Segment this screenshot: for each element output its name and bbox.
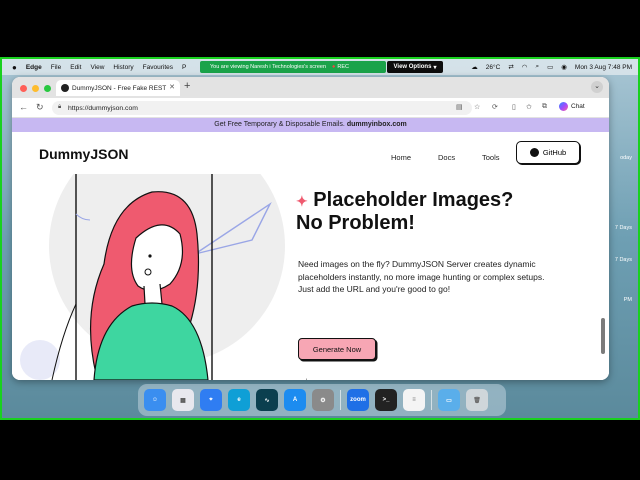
minimize-window-icon[interactable] [32,85,39,92]
user-icon[interactable]: ◉ [561,63,567,71]
site-logo[interactable]: DummyJSON [39,146,128,162]
app-store-icon[interactable]: A [284,389,306,411]
nav-tools[interactable]: Tools [482,153,500,162]
generate-now-button[interactable]: Generate Now [298,338,376,360]
weather-text[interactable]: 26°C [486,64,501,71]
rec-label: REC [337,64,349,70]
trash-icon[interactable]: 🗑︎ [466,389,488,411]
banner-link[interactable]: dummyinbox.com [347,121,407,128]
nav-home[interactable]: Home [391,153,411,162]
back-icon[interactable]: ← [19,102,28,112]
url-text: https://dummyjson.com [68,104,138,112]
page-scrollbar[interactable] [601,318,605,354]
menu-app-name[interactable]: Edge [26,64,42,71]
view-options-button[interactable]: View Options ▾ [387,61,443,73]
edge-icon[interactable]: e [228,389,250,411]
folder-icon[interactable]: ▭ [438,389,460,411]
favicon-icon [61,84,69,92]
close-tab-icon[interactable]: ✕ [169,83,175,91]
tab-bar: DummyJSON - Free Fake REST ✕ + ⌄ [12,77,609,98]
hero-title-line2: No Problem! [296,212,415,234]
status-area: ☁ 26°C ⇄ ◠ ⌕ ▭ ◉ Mon 3 Aug 7:48 PM [471,59,632,75]
wifi-icon[interactable]: ◠ [522,63,528,71]
search-icon[interactable]: ⌕ [535,63,539,71]
side-label-1: oday [620,155,632,161]
neck-shape [143,283,163,305]
menu-view[interactable]: View [90,64,104,71]
side-label-4: PM [623,297,632,303]
lock-icon[interactable]: 🔒︎ [58,104,61,111]
nav-docs[interactable]: Docs [438,153,455,162]
promo-banner[interactable]: Get Free Temporary & Disposable Emails. … [12,118,609,132]
eye-shape [148,254,152,258]
launchpad-icon[interactable]: ▦ [172,389,194,411]
hero-illustration [20,174,285,380]
menu-favourites[interactable]: Favourites [143,64,173,71]
address-toolbar: ← ↻ 🔒︎ https://dummyjson.com ▤ ☆ ⟳ ▯ ✩ ⧉… [12,98,609,118]
extensions-icon[interactable]: ⧉ [542,103,547,111]
share-text: You are viewing Naresh i Technologies's … [210,64,327,70]
screen-share-banner: You are viewing Naresh i Technologies's … [200,61,386,73]
side-label-3: 7 Days [614,257,632,263]
toggle-icon[interactable]: ▭ [547,63,553,71]
view-options-label: View Options [393,64,432,70]
small-circle-shape [20,340,60,380]
favorite-star-icon[interactable]: ☆ [474,103,480,111]
mac-dock: ☺ ▦ ⌖ e ∿ A ⚙ zoom >_ ≡ ▭ 🗑︎ [138,384,506,416]
dock-separator [340,390,341,410]
github-label: GitHub [542,148,567,157]
dock-separator-2 [431,390,432,410]
tab-title: DummyJSON - Free Fake REST [72,84,167,92]
favorites-icon[interactable]: ✩ [526,103,532,111]
scroll-down-arrow-icon[interactable]: ↓ [304,376,309,380]
address-bar[interactable]: 🔒︎ https://dummyjson.com [52,101,472,115]
window-controls [20,85,51,92]
copilot-chat-button[interactable]: Chat [559,102,585,111]
reader-icon[interactable]: ▤ [456,103,463,111]
hero-description: Need images on the fly? DummyJSON Server… [298,259,545,294]
rec-dot-icon: ● [332,64,336,70]
tab-dummyjson[interactable]: DummyJSON - Free Fake REST ✕ [56,80,180,96]
clock-text[interactable]: Mon 3 Aug 7:48 PM [575,64,632,71]
finder-icon[interactable]: ☺ [144,389,166,411]
notes-icon[interactable]: ≡ [403,389,425,411]
new-tab-button[interactable]: + [184,80,190,92]
mac-menubar: ● Edge File Edit View History Favourites… [2,59,638,75]
banner-text: Get Free Temporary & Disposable Emails. [214,121,345,128]
hero-title-line1: Placeholder Images? [313,189,514,211]
safari-icon[interactable]: ⌖ [200,389,222,411]
control-icon[interactable]: ⇄ [508,63,513,71]
apple-icon[interactable]: ● [12,63,17,72]
chevron-down-icon: ▾ [433,64,437,71]
side-label-2: 7 Days [614,225,632,231]
desktop-screen: ● Edge File Edit View History Favourites… [0,57,640,420]
system-settings-icon[interactable]: ⚙ [312,389,334,411]
split-screen-icon[interactable]: ▯ [512,103,516,111]
refresh-page-icon[interactable]: ⟳ [492,103,498,111]
menu-file[interactable]: File [51,64,61,71]
menu-history[interactable]: History [113,64,133,71]
copilot-icon [559,102,568,111]
tab-menu-chevron-icon[interactable]: ⌄ [591,81,603,93]
hero-title: ✦ Placeholder Images? No Problem! [296,189,586,234]
web-page: Get Free Temporary & Disposable Emails. … [12,118,609,380]
zoom-window-icon[interactable] [44,85,51,92]
chat-label: Chat [571,103,585,110]
browser-window: DummyJSON - Free Fake REST ✕ + ⌄ ← ↻ 🔒︎ … [12,77,609,380]
menu-truncated[interactable]: P [182,64,186,71]
terminal-icon[interactable]: >_ [375,389,397,411]
pin-icon: ✦ [296,193,308,209]
github-icon [529,148,539,157]
activity-monitor-icon[interactable]: ∿ [256,389,278,411]
zoom-app-icon[interactable]: zoom [347,389,369,411]
github-button[interactable]: GitHub [516,141,580,164]
close-window-icon[interactable] [20,85,27,92]
cloud-icon[interactable]: ☁ [471,63,478,71]
site-header: DummyJSON Home Docs Tools GitHub [12,132,609,174]
menu-edit[interactable]: Edit [70,64,81,71]
reload-icon[interactable]: ↻ [36,102,44,113]
